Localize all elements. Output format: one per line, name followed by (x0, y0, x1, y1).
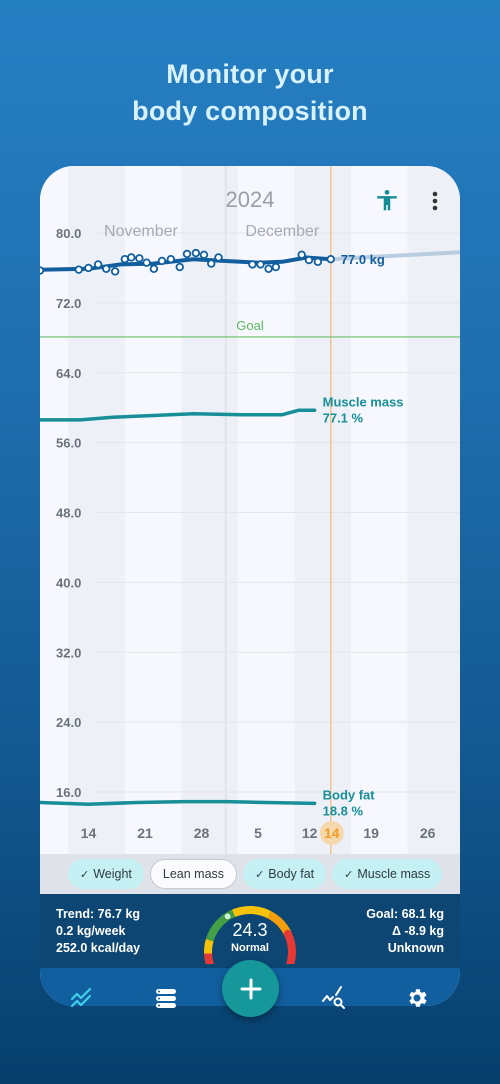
weight-data-point[interactable] (191, 248, 201, 258)
body-fat-label: Body fat (323, 787, 376, 802)
weight-data-point[interactable] (93, 260, 103, 269)
analysis-icon (322, 986, 345, 1009)
accessibility-icon (377, 189, 397, 211)
bmi-gauge-segment (232, 906, 272, 919)
headline-line2: body composition (132, 96, 368, 126)
y-tick-label: 56.0 (56, 436, 81, 451)
app-window: 80.0 72.0 64.0 56.0 48.0 40.0 32.0 24.0 16.0 Nove… (40, 166, 460, 1006)
week-band (294, 166, 351, 854)
body-composition-button[interactable] (374, 188, 400, 214)
y-tick-label: 48.0 (56, 506, 81, 521)
body-fat-value: 18.8 % (323, 803, 364, 818)
list-icon (156, 989, 176, 1008)
weight-data-point[interactable] (102, 264, 111, 274)
bmi-value: 24.3 (232, 920, 268, 940)
x-tick-label: 26 (420, 825, 436, 841)
weight-data-point[interactable] (248, 260, 257, 269)
chip-label: Body fat (268, 867, 315, 881)
add-entry-button[interactable] (222, 960, 279, 1017)
headline: Monitor your body composition (0, 56, 500, 130)
x-tick-label: 28 (194, 825, 210, 841)
weight-data-point[interactable] (110, 267, 120, 276)
weight-current-label: 77.0 kg (341, 252, 385, 267)
stats-panel: Trend: 76.7 kg 0.2 kg/week 252.0 kcal/da… (40, 894, 460, 974)
more-options-button[interactable] (426, 188, 444, 214)
y-tick-label: 24.0 (56, 715, 81, 730)
weight-data-point[interactable] (166, 255, 176, 264)
muscle-mass-label: Muscle mass (323, 394, 404, 409)
weight-data-point[interactable] (135, 254, 144, 263)
goal-label: Goal (236, 318, 264, 333)
weight-data-point[interactable] (84, 263, 93, 273)
y-tick-label: 32.0 (56, 645, 81, 660)
weekly-rate: 0.2 kg/week (56, 924, 126, 938)
check-icon: ✓ (255, 868, 265, 881)
weight-chart[interactable]: 80.0 72.0 64.0 56.0 48.0 40.0 32.0 24.0 16.0 Nove… (40, 166, 460, 854)
month-label: December (245, 223, 319, 240)
weight-data-point[interactable] (297, 250, 306, 260)
chip-muscle-mass[interactable]: ✓ Muscle mass (332, 859, 443, 889)
chip-label: Weight (93, 867, 132, 881)
nav-entries[interactable] (146, 978, 186, 1018)
y-tick-label: 40.0 (56, 575, 81, 590)
chip-label: Lean mass (162, 867, 225, 881)
chip-lean-mass[interactable]: Lean mass (149, 859, 238, 889)
x-tick-label: 5 (254, 825, 262, 841)
weight-data-point[interactable] (304, 255, 314, 265)
chip-body-fat[interactable]: ✓ Body fat (243, 859, 327, 889)
week-band (407, 166, 460, 854)
x-tick-label: 21 (137, 825, 153, 841)
headline-line1: Monitor your (166, 59, 334, 89)
weight-data-point[interactable] (175, 262, 184, 272)
y-tick-label: 72.0 (56, 296, 81, 311)
series-filter-chips: ✓ Weight Lean mass ✓ Body fat ✓ Muscle mass (40, 854, 460, 894)
x-tick-label-selected: 14 (324, 825, 340, 841)
weight-data-point[interactable] (264, 264, 273, 274)
chart-icon (70, 987, 92, 1008)
weight-data-point[interactable] (182, 249, 192, 259)
bmi-gauge-segment (204, 949, 216, 974)
add-icon (240, 978, 261, 999)
chip-weight[interactable]: ✓ Weight (68, 859, 144, 889)
weight-data-point[interactable] (313, 257, 323, 267)
daily-kcal: 252.0 kcal/day (56, 941, 141, 955)
y-tick-label: 64.0 (56, 366, 81, 381)
x-tick-label: 14 (81, 825, 97, 841)
y-tick-label: 80.0 (56, 226, 81, 241)
x-tick-label: 12 (302, 825, 318, 841)
weight-data-point[interactable] (142, 258, 151, 267)
bmi-marker (223, 912, 232, 921)
week-band (181, 166, 238, 854)
weight-data-point[interactable] (157, 256, 167, 266)
more-vert-icon (432, 191, 438, 211)
weight-data-point[interactable] (256, 260, 265, 269)
goal-weight: Goal: 68.1 kg (366, 907, 444, 921)
bmi-gauge[interactable]: 24.3 Normal (199, 900, 301, 974)
weight-data-point[interactable] (207, 259, 216, 268)
muscle-mass-value: 77.1 % (323, 410, 364, 425)
weight-data-point[interactable] (271, 262, 281, 272)
nav-settings[interactable] (397, 978, 437, 1018)
nav-analysis[interactable] (314, 978, 354, 1018)
chip-label: Muscle mass (357, 867, 431, 881)
weight-data-point[interactable] (40, 266, 45, 275)
weight-data-point[interactable] (214, 253, 223, 262)
month-label: November (104, 223, 178, 240)
nav-chart[interactable] (62, 978, 102, 1018)
goal-eta: Unknown (387, 941, 444, 955)
settings-icon (409, 989, 427, 1007)
x-tick-label: 19 (363, 825, 379, 841)
weight-data-point[interactable] (127, 253, 136, 262)
bmi-category: Normal (231, 942, 269, 954)
check-icon: ✓ (80, 868, 90, 881)
weight-data-point[interactable] (199, 250, 209, 260)
weight-data-point[interactable] (149, 264, 159, 274)
check-icon: ✓ (344, 868, 354, 881)
y-tick-label: 16.0 (56, 785, 81, 800)
weight-data-point[interactable] (74, 265, 83, 274)
goal-delta: Δ -8.9 kg (391, 924, 444, 938)
trend-weight: Trend: 76.7 kg (56, 907, 141, 921)
weight-data-point[interactable] (326, 255, 335, 264)
